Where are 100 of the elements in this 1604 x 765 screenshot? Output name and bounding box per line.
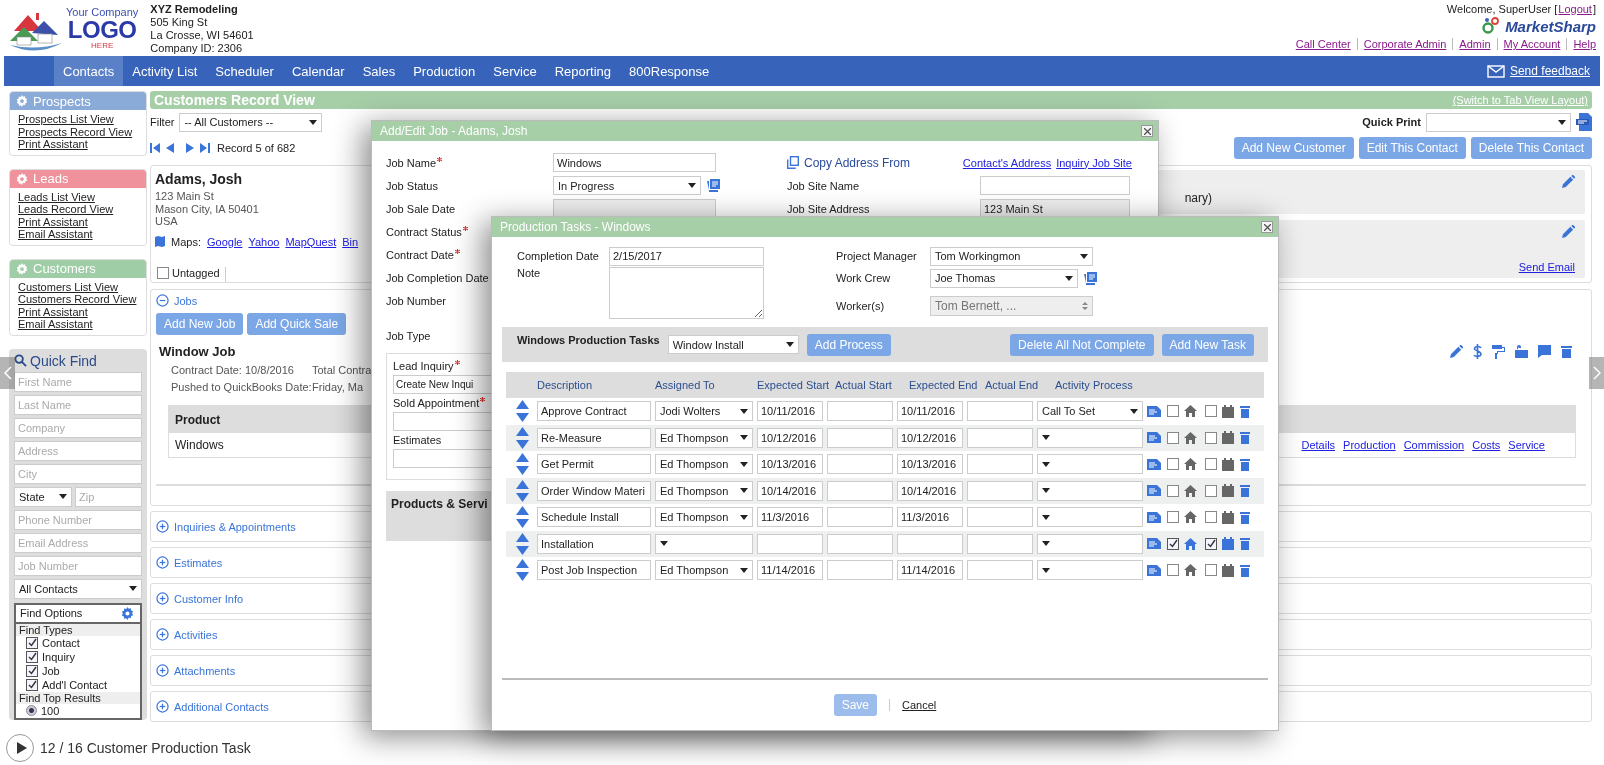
date-field[interactable] — [827, 533, 893, 554]
header-link[interactable]: Call Center — [1289, 38, 1357, 50]
checkbox[interactable] — [1205, 537, 1217, 550]
product-link[interactable]: Commission — [1403, 439, 1465, 451]
record-navigation-icon[interactable] — [150, 142, 212, 154]
address-link[interactable]: Contact's Address — [962, 156, 1052, 169]
section-title[interactable]: Customer Info — [174, 592, 244, 605]
expand-icon[interactable] — [156, 628, 169, 641]
input-field[interactable]: 2/15/2017 — [609, 246, 764, 266]
date-field[interactable] — [827, 480, 893, 501]
note-field[interactable] — [609, 267, 764, 319]
house-icon[interactable] — [1184, 458, 1197, 471]
previous-slide-button[interactable] — [0, 357, 15, 389]
calendar-icon[interactable] — [1222, 537, 1234, 551]
cancel-link[interactable]: Cancel — [889, 699, 937, 711]
checkbox[interactable] — [1167, 564, 1179, 577]
dropdown[interactable]: All Contacts — [14, 578, 142, 599]
date-field[interactable]: 10/13/2016 — [897, 454, 963, 475]
checkbox[interactable] — [1205, 511, 1217, 524]
sidebar-link[interactable]: Print Assistant — [18, 305, 88, 318]
product-link[interactable]: Production — [1343, 439, 1396, 451]
reorder-arrows-icon[interactable] — [515, 559, 529, 582]
checkbox[interactable] — [1167, 484, 1179, 497]
nav-tab[interactable]: Production — [404, 56, 485, 86]
sidebar-link[interactable]: Leads List View — [18, 190, 95, 203]
sidebar-link[interactable]: Prospects Record View — [18, 125, 133, 138]
nav-tab[interactable]: 800Response — [620, 56, 719, 86]
house-icon[interactable] — [1184, 484, 1197, 497]
product-link[interactable]: Costs — [1472, 439, 1501, 451]
house-icon[interactable] — [1184, 564, 1197, 577]
dropdown[interactable]: In Progress — [553, 176, 701, 195]
section-title[interactable]: Attachments — [174, 664, 236, 677]
date-field[interactable]: 11/14/2016 — [757, 560, 823, 581]
date-field[interactable] — [967, 480, 1033, 501]
date-field[interactable]: 10/11/2016 — [757, 401, 823, 422]
calendar-icon[interactable] — [1222, 431, 1234, 445]
checkbox[interactable] — [26, 650, 38, 663]
collapse-icon[interactable] — [156, 294, 169, 307]
date-field[interactable]: 10/14/2016 — [757, 480, 823, 501]
dropdown[interactable]: Ed Thompson — [655, 480, 753, 501]
radio-button[interactable] — [26, 705, 37, 716]
checkbox[interactable] — [26, 664, 38, 677]
checkbox[interactable] — [1205, 405, 1217, 418]
expand-icon[interactable] — [156, 700, 169, 713]
section-title[interactable]: Inquiries & Appointments — [174, 520, 296, 533]
note-icon[interactable] — [1147, 432, 1161, 444]
note-icon[interactable] — [1147, 511, 1161, 523]
dropdown[interactable]: -- All Customers -- — [179, 112, 323, 132]
date-field[interactable]: 10/11/2016 — [897, 401, 963, 422]
house-icon[interactable] — [1184, 431, 1197, 444]
map-link[interactable]: MapQuest — [285, 235, 337, 248]
date-field[interactable] — [827, 427, 893, 448]
dropdown[interactable]: Joe Thomas — [930, 268, 1078, 288]
expand-icon[interactable] — [156, 592, 169, 605]
checkbox[interactable] — [1205, 458, 1217, 471]
sidebar-link[interactable]: Customers Record View — [18, 293, 137, 306]
checkbox[interactable] — [1167, 511, 1179, 524]
sidebar-link[interactable]: Prospects List View — [18, 113, 114, 126]
nav-tab[interactable]: Service — [484, 56, 546, 86]
checkbox[interactable] — [1205, 484, 1217, 497]
next-slide-button[interactable] — [1589, 357, 1604, 389]
send-email-link[interactable]: Send Email — [1518, 261, 1575, 273]
date-field[interactable]: 11/3/2016 — [897, 507, 963, 528]
list-icon[interactable] — [707, 179, 720, 192]
calendar-icon[interactable] — [1222, 484, 1234, 498]
input-field[interactable]: Order Window Materi — [537, 480, 651, 501]
dropdown[interactable]: Tom Workingmon — [930, 246, 1093, 266]
expand-icon[interactable] — [156, 520, 169, 533]
section-title[interactable]: Jobs — [174, 294, 198, 307]
dropdown[interactable]: Window Install — [667, 335, 799, 354]
date-field[interactable]: 10/12/2016 — [757, 427, 823, 448]
dollar-icon[interactable] — [1473, 344, 1482, 359]
dropdown[interactable]: Ed Thompson — [655, 427, 753, 448]
note-icon[interactable] — [1147, 538, 1161, 550]
trash-icon[interactable] — [1240, 457, 1250, 471]
dropdown[interactable]: Ed Thompson — [655, 454, 753, 475]
date-field[interactable] — [827, 560, 893, 581]
lock-icon[interactable] — [1515, 345, 1528, 358]
checkbox[interactable] — [1167, 537, 1179, 550]
sidebar-link[interactable]: Leads Record View — [18, 203, 114, 216]
checkbox[interactable] — [26, 678, 38, 691]
reorder-arrows-icon[interactable] — [515, 400, 529, 423]
gear-icon[interactable] — [121, 606, 134, 620]
date-field[interactable] — [967, 507, 1033, 528]
trash-icon[interactable] — [1240, 563, 1250, 577]
nav-tab[interactable]: Sales — [353, 56, 405, 86]
input-field[interactable]: Approve Contract — [537, 401, 651, 422]
date-field[interactable]: 10/13/2016 — [757, 454, 823, 475]
checkbox[interactable] — [1167, 431, 1179, 444]
logout-link[interactable]: Logout — [1558, 3, 1592, 15]
calendar-icon[interactable] — [1222, 563, 1234, 577]
input-field[interactable]: City — [14, 463, 142, 484]
pencil-icon[interactable] — [1562, 175, 1575, 188]
input-field[interactable]: Phone Number — [14, 509, 142, 530]
sidebar-link[interactable]: Email Assistant — [18, 318, 93, 331]
sidebar-link[interactable]: Print Assistant — [18, 215, 88, 228]
note-icon[interactable] — [1147, 405, 1161, 417]
input-field[interactable]: Zip — [75, 486, 142, 507]
note-icon[interactable] — [1147, 458, 1161, 470]
house-icon[interactable] — [1184, 405, 1197, 418]
